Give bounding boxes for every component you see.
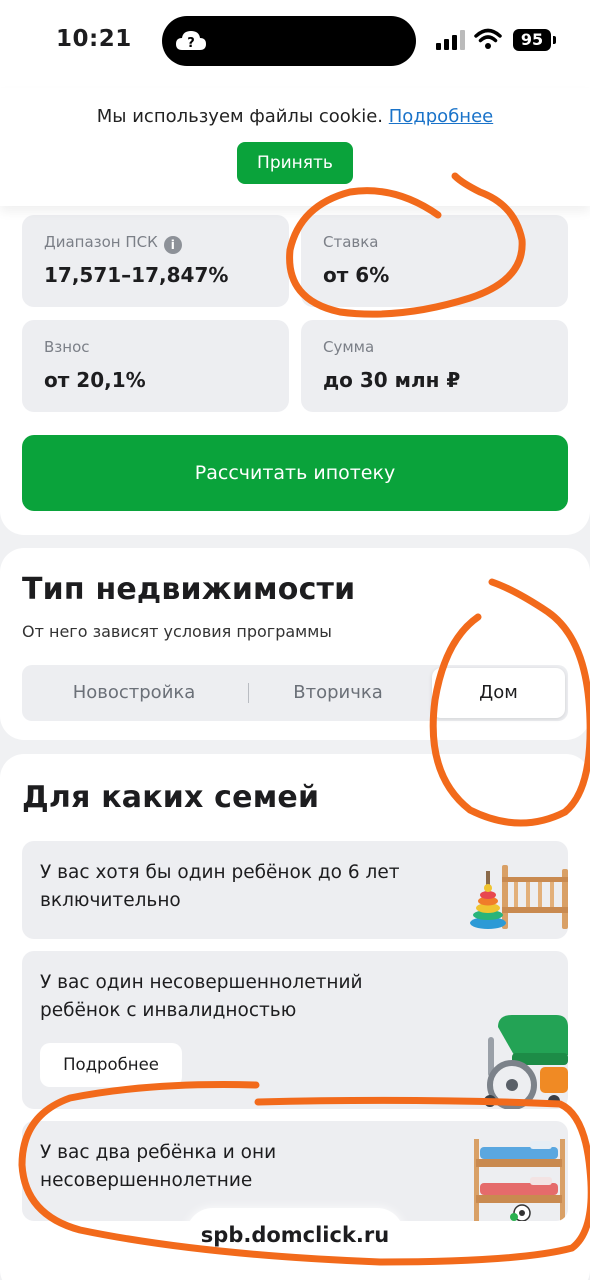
clock: 10:21 [56,26,132,52]
dynamic-island: ? [162,16,416,66]
family-condition-disabled-child[interactable]: У вас один несовершеннолетний ребёнок с … [22,951,568,1109]
cookie-banner: Мы используем файлы cookie. Подробнее Пр… [0,88,590,206]
property-type-title: Тип недвижимости [22,572,356,607]
down-payment-label: Взнос [44,338,90,356]
amount-value: до 30 млн ₽ [323,368,461,392]
wifi-icon [474,28,502,49]
families-title: Для каких семей [22,780,320,815]
option-secondary[interactable]: Вторичка [248,665,428,721]
condition-text: У вас два ребёнка и они несовершеннолетн… [40,1142,277,1191]
rate-value: от 6% [323,263,390,287]
mortgage-params-card: Диапазон ПСК i 17,571–17,847% Ставка от 6… [0,150,590,535]
family-condition-child-under-6[interactable]: У вас хотя бы один ребёнок до 6 лет вклю… [22,841,568,939]
amount-tile: Сумма до 30 млн ₽ [301,320,568,412]
crib-and-pyramid-illustration [470,865,568,929]
property-type-card: Тип недвижимости От него зависят условия… [0,548,590,740]
rate-tile: Ставка от 6% [301,215,568,307]
svg-text:?: ? [187,36,195,51]
psk-range-tile: Диапазон ПСК i 17,571–17,847% [22,215,289,307]
info-icon[interactable]: i [163,236,182,254]
down-payment-value: от 20,1% [44,368,146,392]
cookie-more-link[interactable]: Подробнее [389,106,493,127]
option-house[interactable]: Дом [432,668,565,718]
accept-cookie-button[interactable]: Принять [237,142,353,184]
rate-label: Ставка [323,233,379,251]
url-bar[interactable]: spb.domclick.ru [186,1208,404,1262]
property-type-subtitle: От него зависят условия программы [22,622,332,641]
psk-value: 17,571–17,847% [44,263,229,287]
cloud-question-icon: ? [176,31,206,51]
amount-label: Сумма [323,338,375,356]
option-new-building[interactable]: Новостройка [22,665,246,721]
cookie-text: Мы используем файлы cookie. [96,106,384,127]
bunk-bed-illustration [474,1139,565,1221]
signal-icon [436,30,465,50]
calculate-mortgage-button[interactable]: Рассчитать ипотеку [22,435,568,511]
condition-text: У вас хотя бы один ребёнок до 6 лет вклю… [40,862,400,911]
down-payment-tile: Взнос от 20,1% [22,320,289,412]
wheelchair-illustration [484,1015,568,1109]
more-info-button[interactable]: Подробнее [40,1043,182,1087]
condition-text: У вас один несовершеннолетний ребёнок с … [40,972,363,1021]
battery-indicator: 95 [513,29,556,51]
family-condition-two-children[interactable]: У вас два ребёнка и они несовершеннолетн… [22,1121,568,1221]
property-type-selector: Новостройка Вторичка Дом [22,665,568,721]
status-bar: 10:21 ? 95 [0,0,590,88]
cookie-message: Мы используем файлы cookie. Подробнее [0,106,590,127]
families-card: Для каких семей У вас хотя бы один ребён… [0,754,590,1280]
psk-label: Диапазон ПСК i [44,233,182,254]
